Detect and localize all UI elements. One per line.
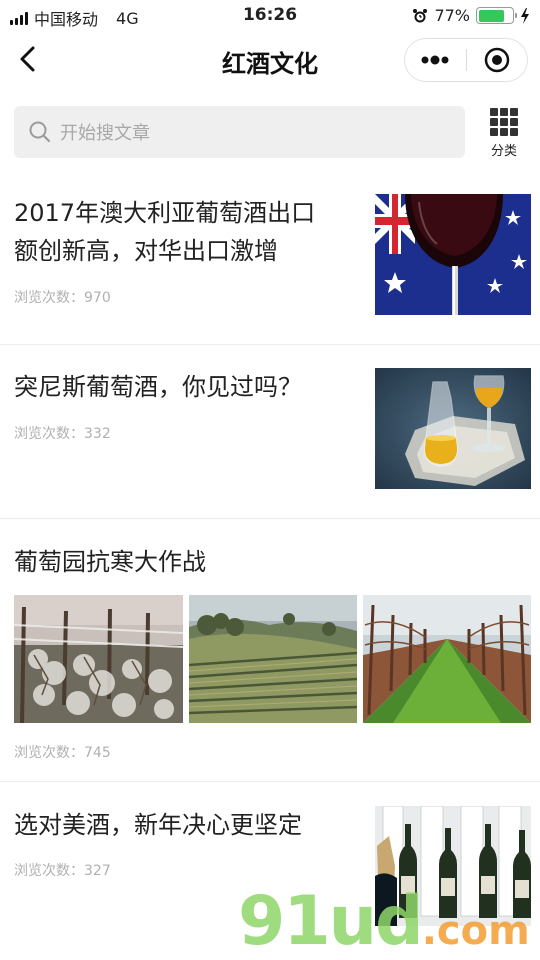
vineyard-hills-image (189, 595, 357, 723)
nav-bar: 红酒文化 (0, 34, 540, 86)
article-title: 2017年澳大利亚葡萄酒出口 额创新高，对华出口激增 (14, 194, 315, 270)
search-placeholder: 开始搜文章 (60, 123, 150, 144)
article-title: 葡萄园抗寒大作战 (14, 543, 206, 581)
article-thumbnail[interactable] (375, 368, 531, 489)
grid-icon (490, 108, 518, 136)
frosted-vines-image (14, 595, 183, 723)
category-button[interactable]: 分类 (481, 106, 527, 160)
view-count: 浏览次数：332 (14, 426, 111, 442)
view-count: 浏览次数：745 (14, 745, 111, 761)
status-right: 77% (412, 6, 530, 25)
article-thumbnail[interactable] (375, 194, 531, 315)
article-thumbnail[interactable] (189, 595, 357, 723)
search-input[interactable]: 开始搜文章 (14, 106, 465, 158)
site-watermark: 91ud.com (238, 882, 530, 960)
target-close-icon (484, 47, 509, 73)
divider (0, 781, 540, 782)
article-title-line: 2017年澳大利亚葡萄酒出口 (14, 199, 316, 227)
article-title-line: 额创新高，对华出口激增 (14, 237, 278, 265)
article-title-line: 突尼斯葡萄酒，你见过吗？ (14, 373, 302, 401)
mini-program-capsule (404, 38, 528, 82)
article-thumbnail[interactable] (14, 595, 183, 723)
category-label: 分类 (490, 144, 517, 159)
article-title: 突尼斯葡萄酒，你见过吗？ (14, 368, 302, 406)
view-count: 浏览次数：327 (14, 863, 111, 879)
article-title-line: 选对美酒，新年决心更坚定 (14, 811, 302, 839)
divider (0, 344, 540, 345)
search-icon (29, 121, 51, 143)
battery-icon (476, 7, 517, 24)
more-button[interactable] (405, 38, 466, 82)
divider (0, 518, 540, 519)
more-dots-icon (421, 55, 449, 65)
charging-icon (521, 7, 529, 24)
vine-rows-grass-image (363, 595, 531, 723)
alarm-icon (413, 8, 428, 22)
status-bar: 中国移动 4G 16:26 77% (0, 0, 540, 34)
watermark-main: 91ud (238, 882, 424, 960)
battery-percent: 77% (434, 6, 470, 25)
view-count: 浏览次数：970 (14, 290, 111, 306)
article-thumbnail[interactable] (363, 595, 531, 723)
close-mini-program-button[interactable] (466, 38, 527, 82)
battery-fill (478, 9, 504, 22)
article-title: 选对美酒，新年决心更坚定 (14, 806, 302, 844)
article-title-line: 葡萄园抗寒大作战 (14, 548, 206, 576)
wine-glasses-image (375, 368, 531, 489)
wine-glass-flag-image (375, 194, 531, 315)
watermark-suffix: .com (421, 908, 530, 954)
